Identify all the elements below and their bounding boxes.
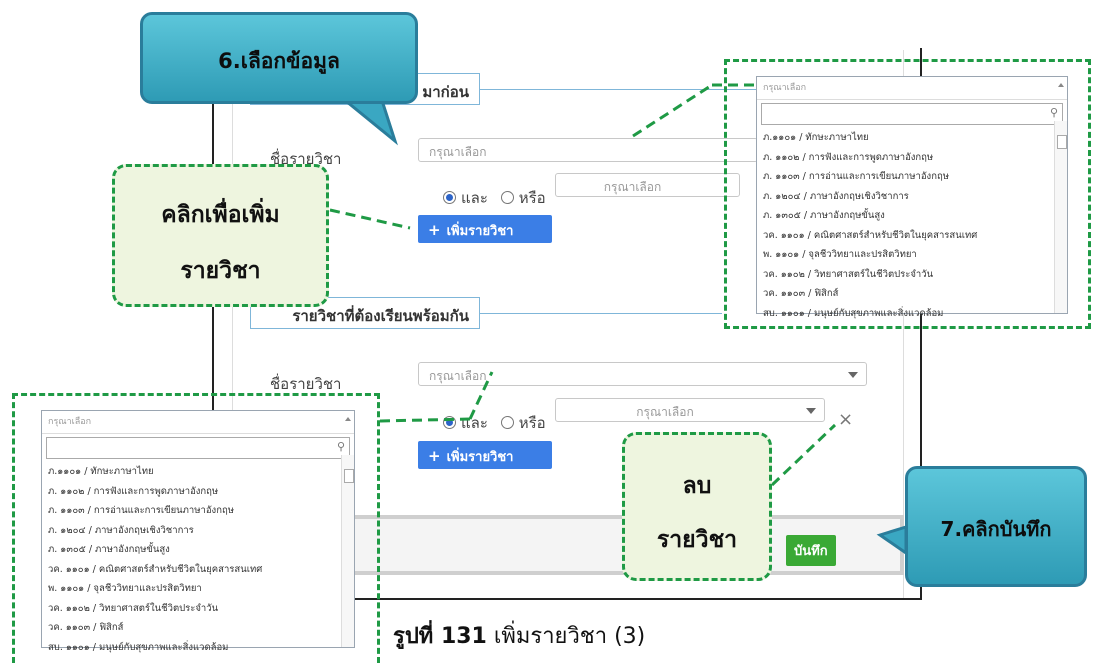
callout-click-add-line1: คลิกเพื่อเพิ่ม — [161, 202, 280, 228]
callout-click-save-text: 7.คลิกบันทึก — [940, 517, 1052, 541]
callout-click-save: 7.คลิกบันทึก — [905, 466, 1087, 587]
callout-click-add-line2: รายวิชา — [180, 258, 261, 284]
figure-caption-text: เพิ่มรายวิชา (3) — [486, 624, 646, 649]
callout-select-data: 6.เลือกข้อมูล — [140, 12, 418, 104]
callout-select-data-text: 6.เลือกข้อมูล — [218, 49, 340, 73]
callout-delete-line1: ลบ — [682, 473, 712, 499]
figure-caption: รูปที่ 131 เพิ่มรายวิชา (3) — [393, 618, 645, 653]
figure-number: รูปที่ 131 — [393, 624, 487, 649]
callout-click-add: คลิกเพื่อเพิ่ม รายวิชา — [112, 164, 329, 307]
callout-delete-line2: รายวิชา — [656, 527, 738, 553]
callout-delete-subject: ลบ รายวิชา — [622, 432, 772, 581]
